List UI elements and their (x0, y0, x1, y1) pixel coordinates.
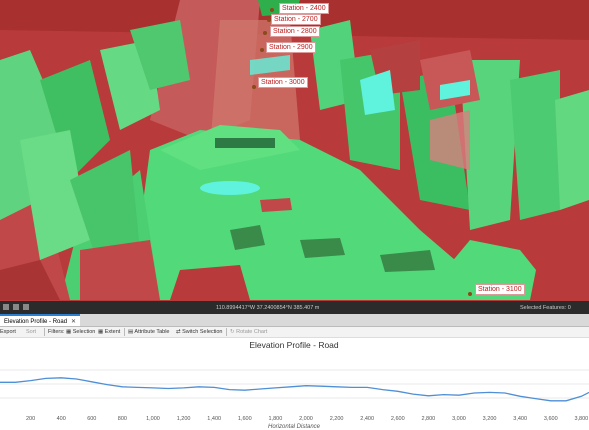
filter-extent-label: Extent (104, 329, 121, 335)
station-label: Station - 2700 (271, 14, 321, 25)
rotate-chart-button[interactable]: ↻ Rotate Chart (230, 329, 267, 335)
station-marker (263, 31, 267, 35)
x-tick-label: 600 (87, 416, 96, 422)
station-label: Station - 3000 (258, 77, 308, 88)
x-tick-label: 3,000 (452, 416, 466, 422)
attribute-table-button[interactable]: ▤ Attribute Table (128, 329, 169, 335)
close-icon[interactable]: ✕ (71, 316, 76, 326)
x-axis-ticks: 200 400 600 800 1,000 1,200 1,400 1,600 1,800 2,0… (26, 416, 588, 422)
chart-toolbar: Export Sort Filters: ▦ Selection ▦ Exten… (0, 327, 589, 338)
separator (226, 328, 227, 336)
station-label: Station - 3100 (475, 284, 525, 295)
x-tick-label: 1,400 (207, 416, 221, 422)
gridlines (0, 369, 589, 399)
filter-selection-label: Selection (72, 329, 96, 335)
x-tick-label: 2,800 (421, 416, 435, 422)
x-tick-label: 3,400 (513, 416, 527, 422)
coordinates: 110.8994417°W 37.2400854°N (216, 305, 292, 311)
tab-label: Elevation Profile - Road (4, 319, 68, 325)
elevation-readout: 385.407 m (293, 305, 320, 311)
x-tick-label: 3,600 (544, 416, 558, 422)
export-button[interactable]: Export (0, 329, 16, 335)
x-tick-label: 400 (57, 416, 66, 422)
x-tick-label: 2,400 (360, 416, 374, 422)
separator (44, 328, 45, 336)
attribute-table-label: Attribute Table (134, 329, 170, 335)
station-label: Station - 2400 (279, 3, 329, 14)
station-marker (270, 8, 274, 12)
separator (124, 328, 125, 336)
status-bar-tools (3, 304, 29, 310)
station-label: Station - 2900 (266, 42, 316, 53)
filter-extent-button[interactable]: ▦ Extent (98, 329, 120, 335)
selected-features-count: Selected Features: 0 (520, 305, 571, 311)
x-axis-label: Horizontal Distance (268, 424, 321, 430)
station-marker (260, 48, 264, 52)
map-3d-scene[interactable]: Station - 2400 Station - 2700 Station - … (0, 0, 589, 301)
rotate-chart-label: Rotate Chart (236, 329, 268, 335)
station-label: Station - 2800 (270, 26, 320, 37)
station-marker (252, 85, 256, 89)
x-tick-label: 1,000 (146, 416, 160, 422)
x-tick-label: 1,200 (177, 416, 191, 422)
elevation-profile-chart[interactable]: Elevation Profile - Road 200 400 600 800 1,0… (0, 338, 589, 430)
x-tick-label: 3,800 (574, 416, 588, 422)
tab-elevation-profile[interactable]: Elevation Profile - Road ✕ (0, 314, 81, 326)
switch-selection-button[interactable]: ⇄ Switch Selection (176, 329, 223, 335)
coordinate-readout: 110.8994417°W 37.2400854°N 385.407 m (216, 305, 319, 311)
x-tick-label: 2,600 (391, 416, 405, 422)
x-tick-label: 1,800 (268, 416, 282, 422)
sort-button[interactable]: Sort (26, 329, 36, 335)
pane-tab-bar: Elevation Profile - Road ✕ (0, 314, 589, 327)
x-tick-label: 1,600 (238, 416, 252, 422)
switch-selection-label: Switch Selection (182, 329, 223, 335)
x-tick-label: 200 (26, 416, 35, 422)
map-status-bar: 110.8994417°W 37.2400854°N 385.407 m Sel… (0, 301, 589, 314)
x-tick-label: 800 (118, 416, 127, 422)
series-group (0, 377, 589, 402)
chart-canvas: Elevation Profile - Road 200 400 600 800 1,0… (0, 340, 589, 430)
filters-label: Filters: (48, 329, 65, 335)
pause-icon[interactable] (23, 304, 29, 310)
x-tick-label: 2,200 (330, 416, 344, 422)
x-tick-label: 2,000 (299, 416, 313, 422)
chart-title: Elevation Profile - Road (249, 340, 339, 350)
scale-icon[interactable] (13, 304, 19, 310)
x-tick-label: 3,200 (483, 416, 497, 422)
navigation-icon[interactable] (3, 304, 9, 310)
series-line[interactable] (0, 377, 589, 402)
station-marker (468, 292, 472, 296)
filter-selection-button[interactable]: ▦ Selection (66, 329, 95, 335)
